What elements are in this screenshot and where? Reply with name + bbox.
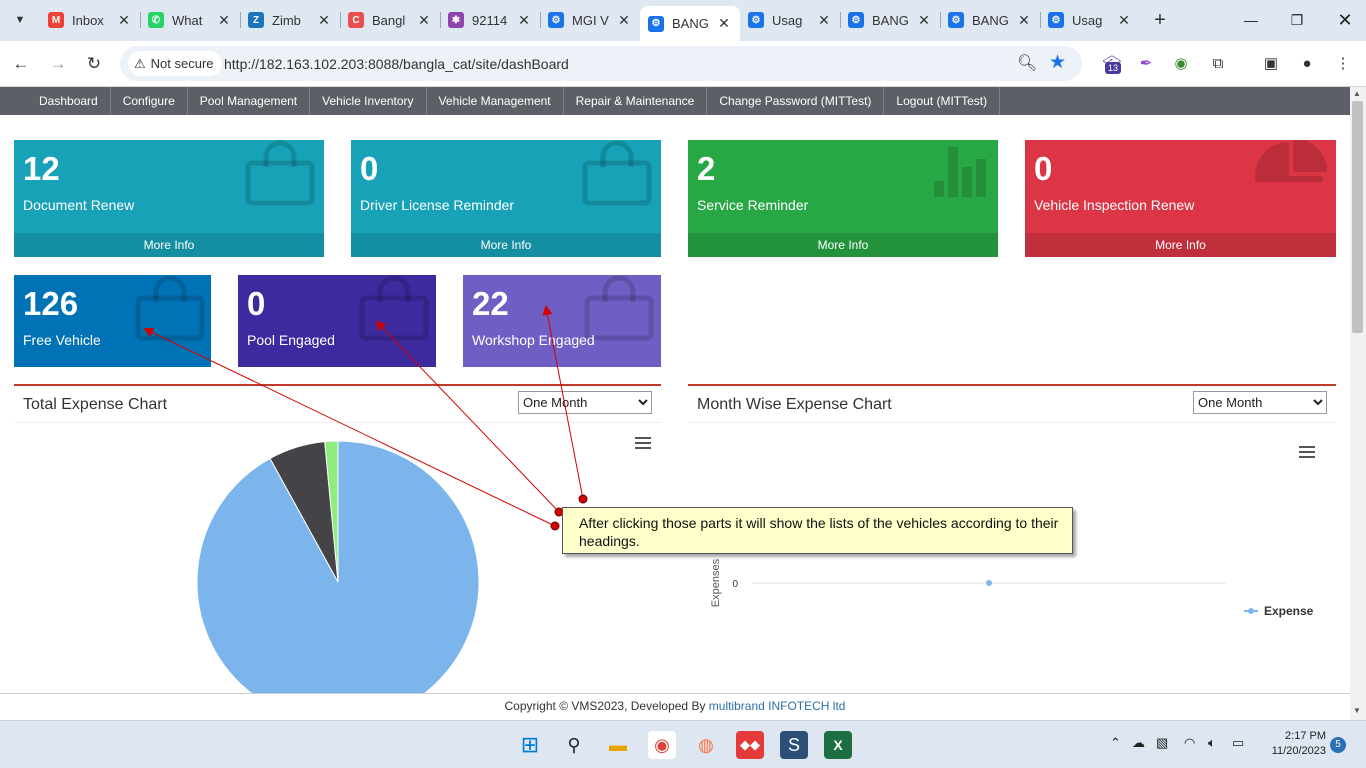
clock-date: 11/20/2023 bbox=[1271, 745, 1326, 757]
scroll-up-arrow-icon[interactable]: ▲ bbox=[1353, 89, 1361, 98]
onedrive-cloud-icon[interactable]: ☁ bbox=[1132, 735, 1145, 751]
arrow-to-pool-engaged bbox=[375, 320, 560, 513]
taskbar-clock[interactable]: 2:17 PM 11/20/2023 bbox=[1260, 729, 1326, 759]
search-icon[interactable]: ⚲ bbox=[560, 731, 588, 759]
start-windows-icon[interactable]: ⊞ bbox=[516, 731, 544, 759]
copyright-text: Copyright © VMS2023, Developed By bbox=[504, 699, 709, 713]
annotation-arrows bbox=[143, 305, 588, 531]
anydesk-icon[interactable]: ◆◆ bbox=[736, 731, 764, 759]
developer-link[interactable]: multibrand INFOTECH ltd bbox=[709, 699, 846, 713]
app-s-icon[interactable]: S bbox=[780, 731, 808, 759]
annotation-callout: After clicking those parts it will show … bbox=[562, 507, 1073, 554]
scrollbar-thumb[interactable] bbox=[1352, 101, 1363, 333]
arrow-dot bbox=[550, 521, 560, 531]
clock-time: 2:17 PM bbox=[1285, 730, 1326, 742]
wifi-icon[interactable]: ◠ bbox=[1184, 735, 1195, 751]
notification-count-badge[interactable]: 5 bbox=[1330, 737, 1346, 753]
page-scrollbar[interactable]: ▲ ▼ bbox=[1350, 87, 1366, 720]
firefox-icon[interactable]: ◍ bbox=[692, 731, 720, 759]
page-footer: Copyright © VMS2023, Developed By multib… bbox=[0, 693, 1350, 720]
windows-taskbar: ⊞ ⚲ ▬ ◉ ◍ ◆◆ S X ⌃ ☁ ▧ ◠ 🔈︎ ▭ 2:17 PM 11… bbox=[0, 720, 1366, 768]
arrow-to-workshop-engaged bbox=[542, 305, 584, 500]
chrome-icon[interactable]: ◉ bbox=[648, 731, 676, 759]
arrow-dot bbox=[578, 494, 588, 504]
file-explorer-icon[interactable]: ▬ bbox=[604, 731, 632, 759]
volume-icon[interactable]: 🔈︎ bbox=[1208, 735, 1216, 751]
excel-icon[interactable]: X bbox=[824, 731, 852, 759]
tray-chevron-up-icon[interactable]: ⌃ bbox=[1110, 735, 1121, 751]
battery-icon[interactable]: ▭ bbox=[1232, 735, 1244, 751]
scroll-down-arrow-icon[interactable]: ▼ bbox=[1353, 706, 1361, 715]
arrow-to-free-vehicle bbox=[143, 327, 556, 527]
tray-app-icon[interactable]: ▧ bbox=[1156, 735, 1168, 751]
